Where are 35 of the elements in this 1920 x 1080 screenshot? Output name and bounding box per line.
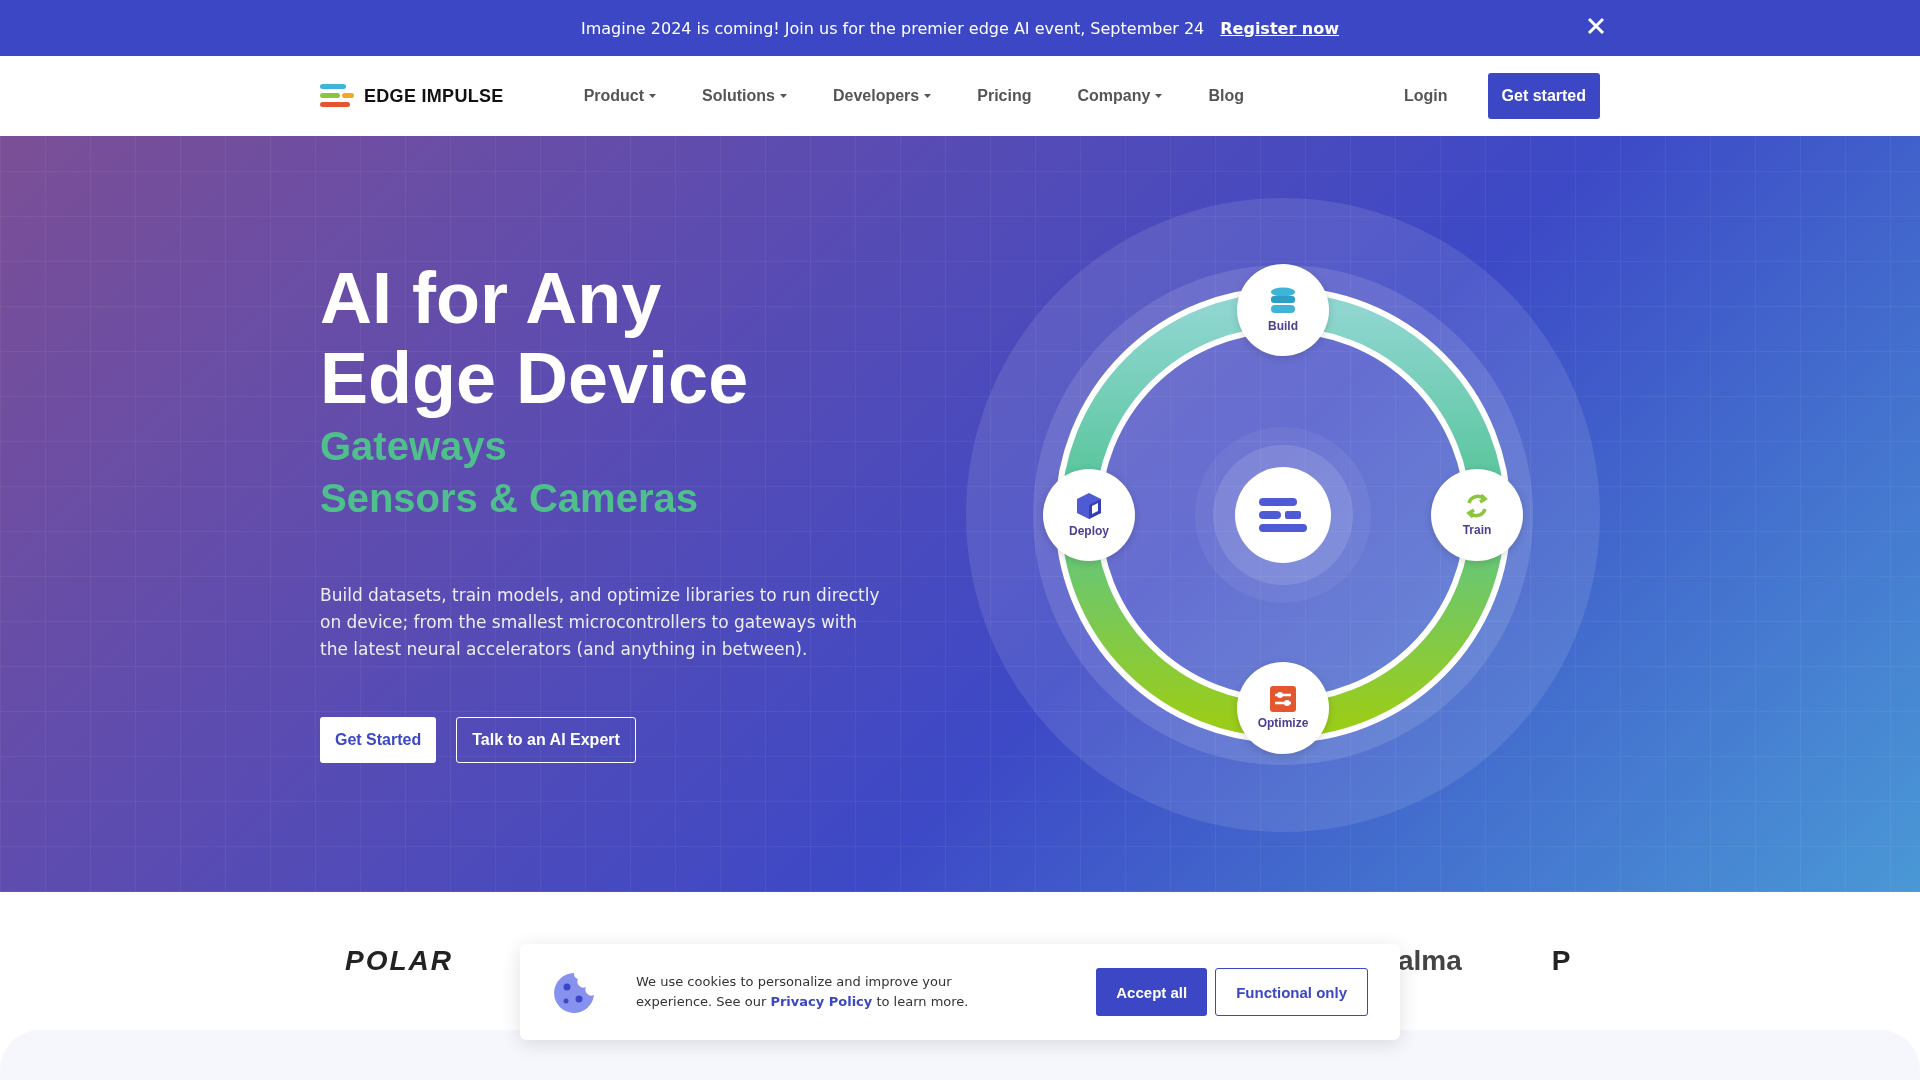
talk-to-expert-button[interactable]: Talk to an AI Expert	[456, 717, 636, 763]
rotating-word: Gateways	[320, 423, 508, 470]
cookie-icon	[552, 971, 596, 1013]
rotating-word: Sensors & Cameras	[320, 475, 699, 522]
nav-link[interactable]: Blog	[1208, 87, 1244, 105]
announcement-text: Imagine 2024 is coming! Join us for the premier edge AI event, September 24	[581, 18, 1205, 38]
cube-icon	[1076, 492, 1102, 520]
sliders-icon	[1270, 686, 1296, 712]
logo-icon	[320, 84, 354, 108]
brand-name: EDGE IMPULSE	[364, 85, 504, 107]
accept-all-button[interactable]: Accept all	[1096, 968, 1208, 1016]
customer-logo: POLAR	[345, 945, 453, 977]
register-link[interactable]: Register now	[1220, 18, 1339, 38]
nav-link[interactable]: Company	[1077, 87, 1163, 105]
cycle-arrows-icon	[1464, 493, 1490, 519]
cookie-message: We use cookies to personalize and improve your experience. See our Privacy Policy to learn more.	[636, 973, 970, 1011]
nav-link[interactable]: Product	[583, 87, 657, 105]
nav-link[interactable]: Developers	[832, 87, 932, 105]
step-label: Build	[1268, 319, 1298, 333]
nav-link[interactable]: Pricing	[977, 87, 1032, 105]
functional-only-button[interactable]: Functional only	[1215, 968, 1368, 1016]
step-label: Train	[1462, 523, 1492, 537]
get-started-button[interactable]: Get started	[1487, 73, 1600, 119]
hero-description: Build datasets, train models, and optimize libraries to run directly on device; from the smallest microcontrollers to gateways with the latest neural accelerators (and anything in between).	[320, 584, 881, 661]
hero-heading: AI for Any Edge Device	[320, 258, 750, 418]
step-label: Deploy	[1069, 524, 1109, 538]
privacy-policy-link[interactable]: Privacy Policy	[770, 994, 873, 1009]
step-label: Optimize	[1257, 716, 1309, 730]
login-link[interactable]: Login	[1404, 87, 1448, 105]
logo-icon	[1259, 498, 1307, 532]
get-started-button[interactable]: Get Started	[320, 717, 437, 763]
nav-link[interactable]: Solutions	[702, 87, 787, 105]
database-icon	[1270, 287, 1296, 315]
customer-logo: P	[1551, 945, 1571, 977]
customer-logo: alma	[1398, 945, 1462, 977]
